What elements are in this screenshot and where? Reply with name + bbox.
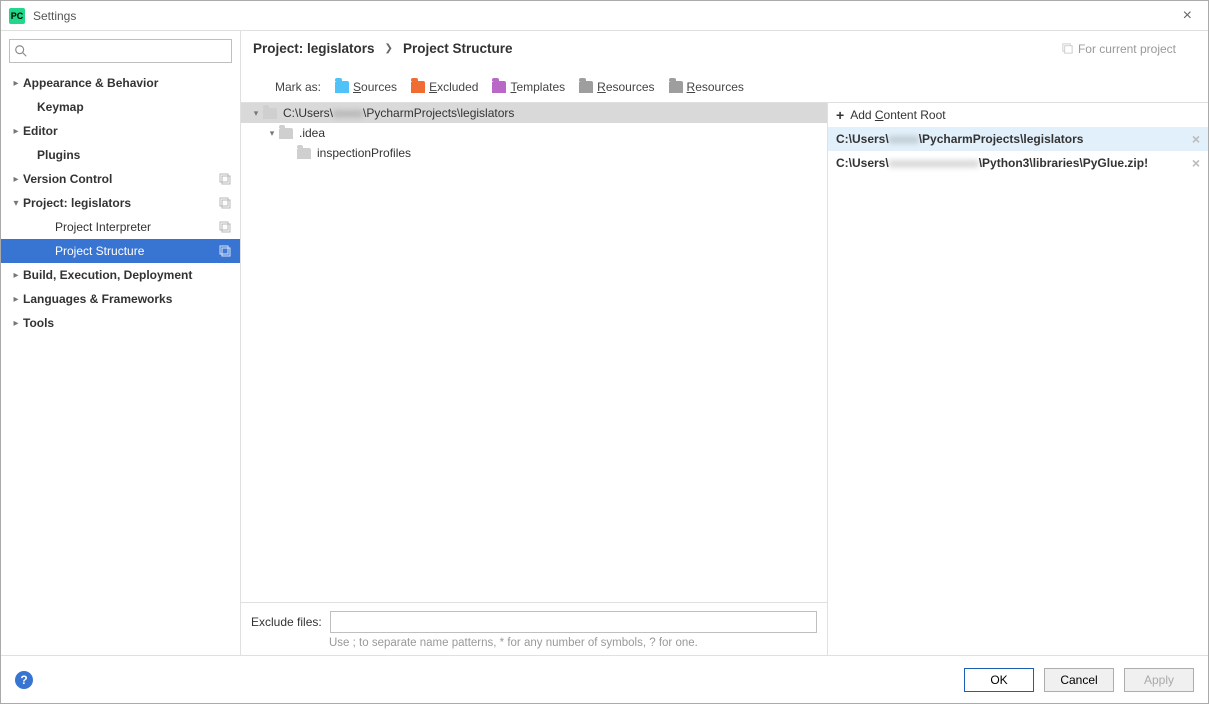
sidebar-item-languages-frameworks[interactable]: ▸Languages & Frameworks xyxy=(1,287,240,311)
sidebar-item-project-legislators[interactable]: ▾Project: legislators xyxy=(1,191,240,215)
mark-resources[interactable]: Resources xyxy=(579,80,654,94)
chevron-down-icon: ▾ xyxy=(9,198,23,209)
search-input[interactable] xyxy=(9,39,232,63)
settings-sidebar: ▸Appearance & BehaviorKeymap▸EditorPlugi… xyxy=(1,31,241,655)
sidebar-item-keymap[interactable]: Keymap xyxy=(1,95,240,119)
exclude-label: Exclude files: xyxy=(251,615,322,629)
sidebar-item-version-control[interactable]: ▸Version Control xyxy=(1,167,240,191)
scope-hint: For current project xyxy=(1061,42,1176,56)
project-scope-icon xyxy=(1061,42,1074,55)
dialog-footer: ? OK Cancel Apply xyxy=(1,655,1208,703)
sidebar-item-label: Build, Execution, Deployment xyxy=(23,268,232,282)
chevron-right-icon: ▸ xyxy=(9,126,23,137)
sidebar-item-project-interpreter[interactable]: Project Interpreter xyxy=(1,215,240,239)
sidebar-item-build-execution-deployment[interactable]: ▸Build, Execution, Deployment xyxy=(1,263,240,287)
project-scope-icon xyxy=(218,196,232,210)
sidebar-item-editor[interactable]: ▸Editor xyxy=(1,119,240,143)
sidebar-item-label: Keymap xyxy=(37,100,232,114)
tree-root[interactable]: ▾ C:\Users\xxxxx\PycharmProjects\legisla… xyxy=(241,103,827,123)
project-scope-icon xyxy=(218,172,232,186)
content-roots-panel: + Add Content Root C:\Users\xxxxx\Pychar… xyxy=(828,103,1208,655)
scope-hint-label: For current project xyxy=(1078,42,1176,56)
exclude-hint: Use ; to separate name patterns, * for a… xyxy=(251,633,817,649)
directory-tree: ▾ C:\Users\xxxxx\PycharmProjects\legisla… xyxy=(241,103,828,655)
chevron-down-icon[interactable]: ▾ xyxy=(249,108,263,119)
sidebar-item-label: Tools xyxy=(23,316,232,330)
mark-excluded[interactable]: Excluded xyxy=(411,80,478,94)
chevron-right-icon: ▸ xyxy=(9,318,23,329)
tree-item-inspection[interactable]: inspectionProfiles xyxy=(241,143,827,163)
tree-item-idea[interactable]: ▾ .idea xyxy=(241,123,827,143)
cancel-button[interactable]: Cancel xyxy=(1044,668,1114,692)
remove-root-icon[interactable]: × xyxy=(1192,131,1200,147)
chevron-right-icon: ▸ xyxy=(9,174,23,185)
remove-root-icon[interactable]: × xyxy=(1192,155,1200,171)
project-scope-icon xyxy=(218,220,232,234)
sidebar-item-label: Project Structure xyxy=(55,244,218,258)
breadcrumb-project: Project: legislators xyxy=(253,41,375,56)
sidebar-item-label: Project Interpreter xyxy=(55,220,218,234)
chevron-down-icon[interactable]: ▾ xyxy=(265,128,279,139)
folder-icon xyxy=(297,148,311,159)
folder-icon xyxy=(279,128,293,139)
sidebar-item-label: Appearance & Behavior xyxy=(23,76,232,90)
mark-as-label: Mark as: xyxy=(275,80,321,94)
sidebar-item-appearance-behavior[interactable]: ▸Appearance & Behavior xyxy=(1,71,240,95)
pycharm-icon: PC xyxy=(9,8,25,24)
exclude-input[interactable] xyxy=(330,611,817,633)
title-bar: PC Settings × xyxy=(1,1,1208,31)
plus-icon: + xyxy=(836,107,844,123)
mark-sources[interactable]: Sources xyxy=(335,80,397,94)
add-content-root[interactable]: + Add Content Root xyxy=(828,103,1208,127)
folder-icon xyxy=(263,108,277,119)
content-root-row[interactable]: C:\Users\xxxxx\PycharmProjects\legislato… xyxy=(828,127,1208,151)
sidebar-item-label: Version Control xyxy=(23,172,218,186)
project-scope-icon xyxy=(218,244,232,258)
close-icon[interactable]: × xyxy=(1175,7,1200,25)
sidebar-item-project-structure[interactable]: Project Structure xyxy=(1,239,240,263)
sidebar-item-label: Editor xyxy=(23,124,232,138)
sidebar-item-label: Languages & Frameworks xyxy=(23,292,232,306)
breadcrumb: Project: legislators ❯ Project Structure… xyxy=(253,41,1196,56)
chevron-right-icon: ▸ xyxy=(9,78,23,89)
window-title: Settings xyxy=(33,9,76,23)
chevron-right-icon: ▸ xyxy=(9,270,23,281)
mark-test-resources[interactable]: Resources xyxy=(669,80,744,94)
chevron-right-icon: ▸ xyxy=(9,294,23,305)
mark-templates[interactable]: Templates xyxy=(492,80,565,94)
breadcrumb-page: Project Structure xyxy=(403,41,513,56)
mark-as-toolbar: Mark as: Sources Excluded Templates Reso… xyxy=(241,76,1208,102)
sidebar-item-label: Plugins xyxy=(37,148,232,162)
sidebar-item-label: Project: legislators xyxy=(23,196,218,210)
search-icon xyxy=(14,44,28,58)
sidebar-item-tools[interactable]: ▸Tools xyxy=(1,311,240,335)
chevron-right-icon: ❯ xyxy=(385,43,393,54)
help-icon[interactable]: ? xyxy=(15,671,33,689)
content-root-row[interactable]: C:\Users\xxxxxxxxxxxxxxx\Python3\librari… xyxy=(828,151,1208,175)
apply-button[interactable]: Apply xyxy=(1124,668,1194,692)
sidebar-item-plugins[interactable]: Plugins xyxy=(1,143,240,167)
ok-button[interactable]: OK xyxy=(964,668,1034,692)
